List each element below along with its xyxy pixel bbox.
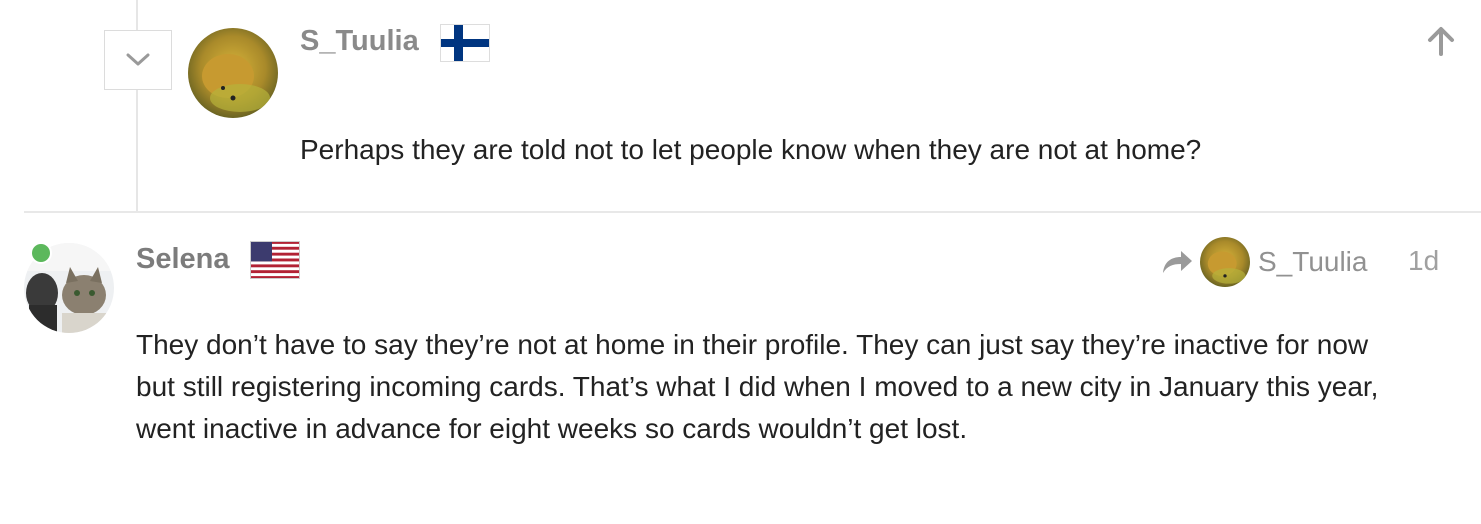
chevron-down-icon: [126, 53, 150, 66]
post-divider: [24, 211, 1481, 213]
post-body-line: but still registering incoming cards. Th…: [136, 371, 1379, 402]
online-indicator: [30, 242, 52, 264]
post-body: They don’t have to say they’re not at ho…: [136, 324, 1466, 450]
reply-text: Perhaps they are told not to let people …: [300, 134, 1202, 165]
reply-to-username: S_Tuulia: [1258, 246, 1368, 277]
post-username[interactable]: Selena: [136, 243, 230, 276]
reply-to-link[interactable]: S_Tuulia: [1160, 236, 1367, 288]
reply-arrow-icon: [1163, 251, 1192, 273]
avatar: [1200, 237, 1250, 287]
collapse-button[interactable]: [104, 30, 172, 90]
avatar[interactable]: [188, 28, 278, 118]
post-body-line: They don’t have to say they’re not at ho…: [136, 329, 1369, 360]
usa-flag-icon: [250, 241, 300, 279]
reply-username[interactable]: S_Tuulia: [300, 25, 419, 58]
arrow-up-icon[interactable]: [1424, 24, 1458, 58]
finland-flag-icon: [440, 24, 490, 62]
post-date[interactable]: 1d: [1408, 245, 1439, 277]
post-body-line: went inactive in advance for eight weeks…: [136, 413, 968, 444]
